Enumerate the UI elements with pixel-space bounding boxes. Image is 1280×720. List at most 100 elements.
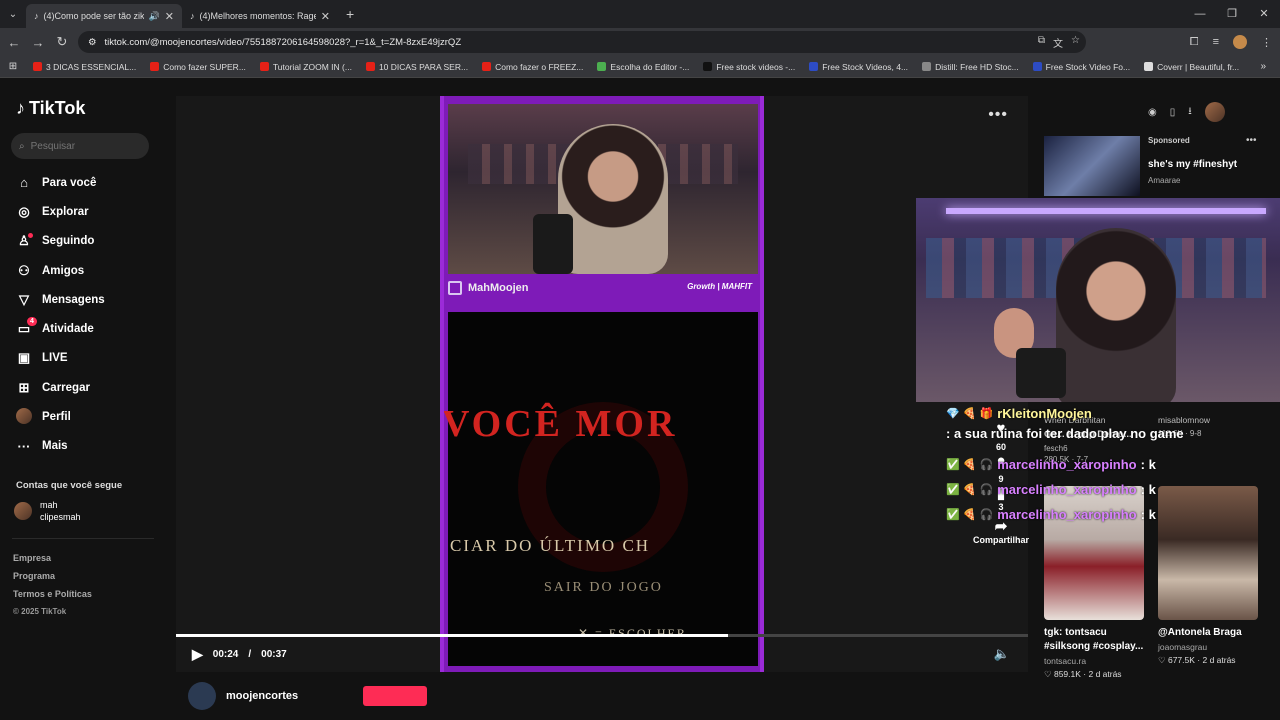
- chat-text: : k: [1140, 456, 1156, 472]
- chat-message: ✅ 🍕 🎧 marcelinho_xaropinho: k: [946, 452, 1280, 477]
- sidebar-item-mensagens[interactable]: ▽ Mensagens: [16, 285, 105, 314]
- chat-username: rKleitonMoojen: [997, 406, 1092, 421]
- coins-icon[interactable]: ◉: [1148, 107, 1157, 118]
- friends-icon: ⚇: [18, 262, 30, 278]
- bookmark-star-icon[interactable]: ☆: [1071, 35, 1080, 50]
- upload-icon: ⊞: [18, 379, 30, 395]
- install-app-icon[interactable]: ⧉: [1038, 35, 1045, 50]
- tab-close-icon[interactable]: ✕: [165, 10, 174, 23]
- tiktok-favicon-icon: ♪: [190, 11, 195, 21]
- more-options-icon[interactable]: •••: [988, 106, 1008, 124]
- bookmark-item[interactable]: Free Stock Video Fo...: [1026, 62, 1137, 72]
- bookmark-item[interactable]: Free stock videos -...: [696, 62, 802, 72]
- new-tab-icon[interactable]: +: [346, 6, 354, 22]
- url-text: tiktok.com/@moojencortes/video/755188720…: [104, 36, 462, 48]
- tab-search-button[interactable]: ⌄: [0, 0, 26, 28]
- chat-badges-icon: ✅ 🍕 🎧: [946, 508, 994, 521]
- bookmark-label: Free Stock Video Fo...: [1045, 61, 1131, 72]
- tab-inactive[interactable]: ♪ (4)Melhores momentos: Rage n ✕: [182, 4, 338, 28]
- back-icon[interactable]: ←: [2, 35, 26, 50]
- translate-icon[interactable]: 文: [1053, 35, 1063, 50]
- sidebar-item-seguindo[interactable]: ♙ Seguindo: [16, 227, 105, 256]
- bookmark-item[interactable]: Coverr | Beautiful, fr...: [1137, 62, 1246, 72]
- sponsored-thumbnail[interactable]: [1044, 136, 1140, 196]
- restore-icon[interactable]: ❐: [1216, 0, 1248, 28]
- extensions-icon[interactable]: ⧠: [1190, 36, 1199, 49]
- video-author[interactable]: moojencortes: [188, 682, 298, 710]
- profile-avatar[interactable]: [1233, 35, 1247, 49]
- sidebar-item-carregar[interactable]: ⊞ Carregar: [16, 373, 105, 402]
- bookmark-item[interactable]: 3 DICAS ESSENCIAL...: [26, 62, 143, 72]
- media-controls-icon[interactable]: ≡: [1213, 36, 1219, 48]
- rec-title[interactable]: tgk: tontsacu #silksong #cosplay...: [1044, 626, 1144, 654]
- rec-author[interactable]: tontsacu.ra: [1044, 656, 1144, 666]
- twitch-icon: [448, 281, 462, 295]
- tab-title: (4)Melhores momentos: Rage n: [199, 11, 316, 21]
- minimize-icon[interactable]: —: [1184, 0, 1216, 28]
- footer-links: Empresa Programa Termos e Políticas © 20…: [13, 549, 92, 621]
- bookmark-item[interactable]: Escolha do Editor -...: [590, 62, 696, 72]
- browser-menu-icon[interactable]: ⋮: [1261, 36, 1272, 49]
- bookmark-item[interactable]: Como fazer SUPER...: [143, 62, 253, 72]
- progress-bar[interactable]: [176, 634, 1028, 637]
- video-player[interactable]: MahMoojen Growth | MAHFIT VOCÊ MOR CIAR …: [176, 96, 1028, 672]
- sidebar-item-label: Carregar: [42, 381, 90, 394]
- sidebar-item-mais[interactable]: ··· Mais: [16, 432, 105, 461]
- footer-link-termos[interactable]: Termos e Políticas: [13, 585, 92, 603]
- sidebar-item-para-você[interactable]: ⌂ Para você: [16, 168, 105, 197]
- top-tools: ◉ ▯ ⭳: [1148, 102, 1225, 122]
- sponsored-title[interactable]: she's my #fineshyt: [1148, 159, 1258, 170]
- bookmark-item[interactable]: Free Stock Videos, 4...: [802, 62, 915, 72]
- bookmark-favicon-icon: [259, 62, 269, 71]
- bookmark-item[interactable]: Tutorial ZOOM IN (...: [253, 62, 359, 72]
- rec-title[interactable]: @Antonela Braga: [1158, 626, 1258, 640]
- reload-icon[interactable]: ↻: [50, 34, 74, 50]
- bookmark-item[interactable]: Como fazer o FREEZ...: [475, 62, 590, 72]
- device-icon[interactable]: ▯: [1170, 107, 1176, 118]
- url-field[interactable]: ⚙ tiktok.com/@moojencortes/video/7551887…: [78, 31, 1086, 53]
- speaker-icon[interactable]: 🔊: [149, 11, 160, 22]
- tiktok-sidebar: ♪ TikTok ⌕ ⌂Para você◎Explorar♙Seguindo⚇…: [0, 80, 166, 720]
- download-icon[interactable]: ⭳: [1188, 104, 1192, 121]
- site-info-icon[interactable]: ⚙: [88, 37, 97, 48]
- video-frame[interactable]: MahMoojen Growth | MAHFIT VOCÊ MOR CIAR …: [440, 96, 764, 672]
- rec-author[interactable]: joaomasgrau: [1158, 642, 1258, 652]
- tab-active[interactable]: ♪ (4)Como pode ser tão zika? 🔊 ✕: [26, 4, 182, 28]
- footer-link-programa[interactable]: Programa: [13, 567, 92, 585]
- death-text: VOCÊ MOR: [442, 403, 678, 445]
- sidebar-item-live[interactable]: ▣ LIVE: [16, 344, 105, 373]
- notification-badge: 4: [27, 317, 37, 327]
- bookmark-label: Coverr | Beautiful, fr...: [1157, 61, 1240, 72]
- tiktok-logo[interactable]: ♪ TikTok: [16, 98, 85, 119]
- volume-icon[interactable]: 🔈: [994, 646, 1010, 662]
- sponsored-author[interactable]: Amaarae: [1148, 176, 1258, 185]
- following-account[interactable]: mah clipesmah: [14, 499, 81, 523]
- sidebar-item-perfil[interactable]: Perfil: [16, 402, 105, 431]
- search-input[interactable]: [30, 140, 131, 152]
- bookmark-item[interactable]: Distill: Free HD Stoc...: [915, 62, 1026, 72]
- play-icon[interactable]: ▶: [192, 646, 203, 663]
- window-controls: — ❐ ✕: [1184, 0, 1280, 28]
- compass-icon: ◎: [18, 203, 30, 219]
- search-box[interactable]: ⌕: [11, 133, 149, 159]
- sidebar-item-amigos[interactable]: ⚇ Amigos: [16, 256, 105, 285]
- footer-link-empresa[interactable]: Empresa: [13, 549, 92, 567]
- avatar[interactable]: [1204, 102, 1225, 122]
- close-window-icon[interactable]: ✕: [1248, 0, 1280, 28]
- bookmark-label: Como fazer o FREEZ...: [495, 61, 584, 72]
- sidebar-item-explorar[interactable]: ◎ Explorar: [16, 197, 105, 226]
- bookmark-item[interactable]: 10 DICAS PARA SER...: [359, 62, 475, 72]
- sidebar-item-label: Amigos: [42, 264, 85, 277]
- forward-icon[interactable]: →: [26, 35, 50, 50]
- sponsored-more-icon[interactable]: •••: [1246, 135, 1257, 146]
- bookmarks-bar: ⊞ 3 DICAS ESSENCIAL... Como fazer SUPER..…: [0, 56, 1280, 78]
- more-icon: ···: [17, 438, 31, 454]
- avatar: [188, 682, 216, 710]
- tab-close-icon[interactable]: ✕: [321, 10, 330, 23]
- account-name: mah: [40, 500, 58, 510]
- sidebar-item-atividade[interactable]: ▭ 4 Atividade: [16, 314, 105, 343]
- apps-grid-icon[interactable]: ⊞: [0, 61, 26, 72]
- bookmark-favicon-icon: [150, 62, 160, 71]
- bookmarks-overflow-icon[interactable]: »: [1260, 61, 1266, 72]
- follow-button[interactable]: [363, 686, 427, 706]
